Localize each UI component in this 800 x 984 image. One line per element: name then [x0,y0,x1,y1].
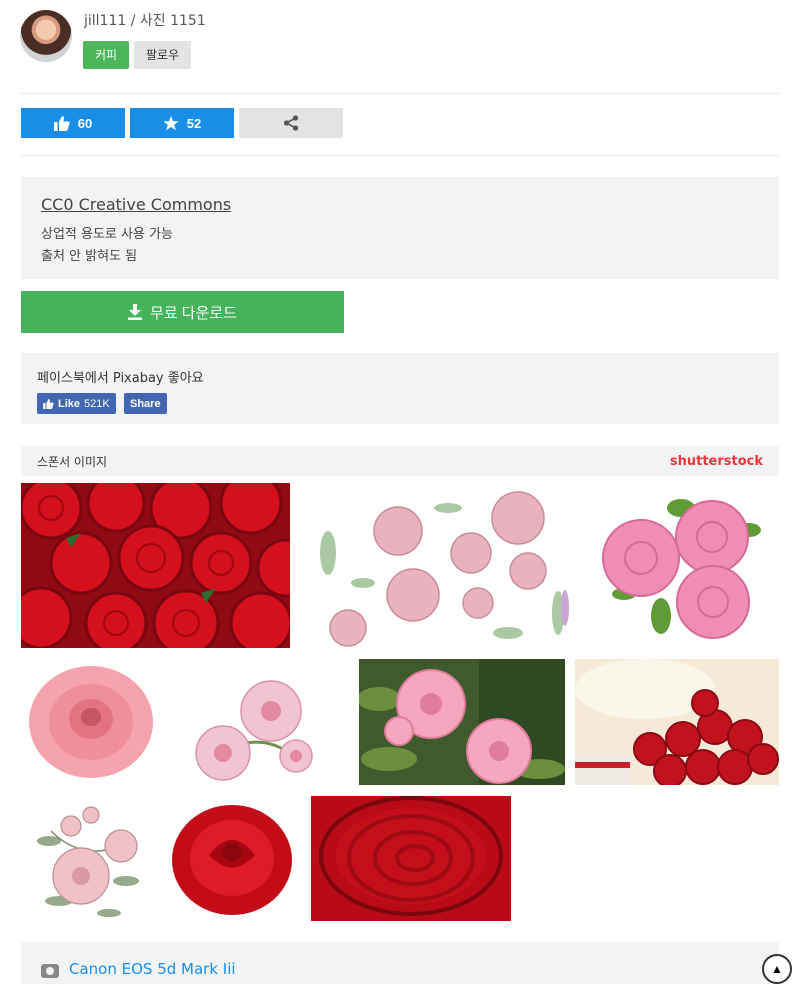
divider [20,155,780,156]
shutterstock-logo[interactable]: shutterstock [670,454,763,469]
license-box: CC0 Creative Commons 상업적 용도로 사용 가능 출처 안 … [21,177,779,279]
license-commercial-text: 상업적 용도로 사용 가능 [41,227,173,242]
share-icon [283,115,299,131]
thumbs-up-icon [43,398,54,409]
scroll-top-button[interactable]: ▲ [762,954,792,984]
coffee-button[interactable]: 커피 [83,41,130,69]
divider [20,93,780,94]
camera-info: Canon EOS 5d Mark Iii [21,942,779,984]
thumbs-up-icon [53,115,70,131]
username-photo-count[interactable]: jill111 / 사진 1151 [84,10,206,30]
watercolor-roses-image[interactable] [303,483,576,648]
like-count: 60 [77,115,93,131]
star-icon [163,115,179,130]
pink-roses-garden-image[interactable] [359,659,565,785]
scroll-top-icon: ▲ [771,962,783,976]
camera-model-link[interactable]: Canon EOS 5d Mark Iii [69,960,236,978]
avatar[interactable] [20,10,72,62]
free-download-button[interactable]: 무료 다운로드 [21,291,344,333]
facebook-text: 페이스북에서 Pixabay 좋아요 [37,371,204,386]
facebook-like-count: 521K [84,397,110,410]
facebook-like-button[interactable]: Like 521K [37,393,116,414]
facebook-share-button[interactable]: Share [124,393,167,414]
follow-button[interactable]: 팔로우 [134,41,192,69]
user-header: jill111 / 사진 1151 커피 팔로우 [20,10,780,76]
red-roses-image[interactable] [21,483,290,648]
facebook-box: 페이스북에서 Pixabay 좋아요 Like 521K Share [21,353,779,424]
favorite-count: 52 [186,115,202,131]
pink-roses-branch-image[interactable] [183,671,318,785]
share-button[interactable] [239,108,343,138]
pink-roses-image[interactable] [599,490,767,645]
like-button[interactable]: 60 [21,108,125,138]
sponsor-bar: 스폰서 이미지 shutterstock [21,446,779,476]
facebook-like-label: Like [58,397,81,410]
download-label: 무료 다운로드 [150,304,237,322]
red-roses-gift-image[interactable] [575,659,779,785]
red-rose-closeup-image[interactable] [311,796,511,921]
vintage-rose-drawing-image[interactable] [31,801,143,919]
pink-rose-single-image[interactable] [21,659,161,785]
sponsor-label: 스폰서 이미지 [37,454,108,469]
camera-icon [41,964,59,978]
license-link[interactable]: CC0 Creative Commons [41,195,759,214]
license-attribution-text: 출처 안 밝혀도 됨 [41,249,138,264]
favorite-button[interactable]: 52 [130,108,234,138]
red-rose-single-image[interactable] [169,800,295,918]
download-icon [128,304,143,320]
